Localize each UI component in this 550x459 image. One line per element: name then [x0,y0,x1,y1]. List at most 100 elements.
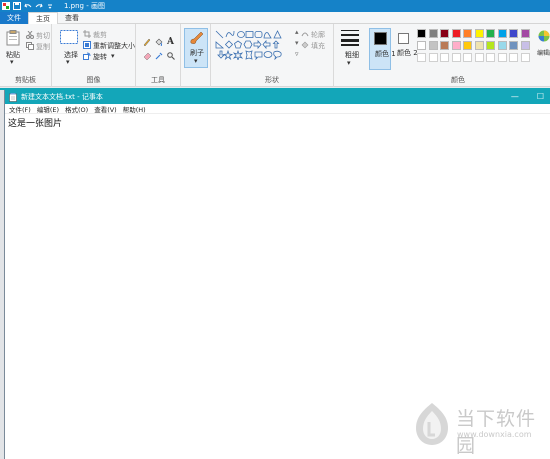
clipboard-group-label: 剪贴板 [15,76,36,84]
colors-group-label: 颜色 [451,76,465,84]
palette-color-swatch[interactable] [486,29,495,38]
outline-icon[interactable] [301,30,309,38]
tools-group-label: 工具 [151,76,165,84]
brushes-dropdown-icon: ▾ [194,57,198,65]
palette-color-swatch[interactable] [440,41,449,50]
palette-color-swatch[interactable] [497,41,507,50]
shapes-gallery[interactable] [215,30,293,60]
crop-button[interactable]: 裁剪 [93,30,107,40]
size-group: 粗细 ▾ [334,24,366,87]
cut-button[interactable]: 剪切 [36,31,50,41]
palette-color-swatch[interactable] [428,29,438,38]
size-dropdown-icon[interactable]: ▾ [347,59,351,67]
palette-color-swatch[interactable] [474,53,484,62]
palette-color-swatch[interactable] [440,53,449,62]
resize-button[interactable]: 重新调整大小 [93,41,135,51]
resize-icon[interactable] [83,41,91,49]
palette-color-swatch[interactable] [520,41,530,50]
palette-color-swatch[interactable] [509,29,518,38]
rotate-icon[interactable] [83,52,91,60]
palette-color-swatch[interactable] [509,41,518,50]
palette-color-swatch[interactable] [440,29,449,38]
shapes-scroll-up-icon[interactable]: ▴ [295,28,299,36]
copy-button[interactable]: 复制 [36,42,50,52]
tools-group: A 工具 [136,24,181,87]
paste-icon[interactable] [6,30,20,46]
palette-color-swatch[interactable] [474,41,484,50]
fill-icon[interactable] [301,41,309,49]
brushes-group: 刷子 ▾ [181,24,211,87]
image-group: 选择 ▾ 裁剪 重新调整大小 旋转 ▾ 图像 [52,24,136,87]
color2-button[interactable]: 颜色 2 [393,28,418,70]
notepad-text-area[interactable]: 这是一张图片 [5,114,550,131]
palette-color-swatch[interactable] [428,41,438,50]
minimize-button[interactable]: — [511,92,519,101]
line-size-icon[interactable] [341,30,359,46]
outline-button[interactable]: 轮廓 [311,30,325,40]
palette-color-swatch[interactable] [463,53,472,62]
palette-color-swatch[interactable] [451,53,461,62]
select-icon[interactable] [60,30,78,44]
ribbon: 粘贴 ▾ 剪切 复制 剪贴板 选择 ▾ 裁剪 重新调整大小 旋转 ▾ 图像 A … [0,24,550,87]
tab-file[interactable]: 文件 [0,12,28,24]
save-icon[interactable] [13,2,21,10]
crop-icon[interactable] [83,30,91,38]
paint-app-icon [2,2,10,10]
palette-color-swatch[interactable] [428,53,438,62]
rotate-button[interactable]: 旋转 [93,52,107,62]
fill-bucket-icon[interactable] [155,38,163,46]
palette-color-swatch[interactable] [417,29,426,38]
menu-file[interactable]: 文件(F) [9,104,31,114]
menu-edit[interactable]: 编辑(E) [37,104,59,114]
eraser-icon[interactable] [143,52,151,60]
palette-color-swatch[interactable] [417,41,426,50]
menu-help[interactable]: 帮助(H) [123,104,146,114]
palette-color-swatch[interactable] [463,29,472,38]
menu-view[interactable]: 查看(V) [94,104,117,114]
watermark: 当下软件园 www.downxia.com [412,402,550,457]
magnifier-icon[interactable] [167,52,175,60]
palette-color-swatch[interactable] [497,29,507,38]
palette-color-swatch[interactable] [520,29,530,38]
customize-toolbar-icon[interactable] [46,2,54,10]
redo-icon[interactable] [35,2,43,10]
edit-colors-button[interactable]: 编辑颜色 [537,48,550,57]
color2-label: 颜色 2 [397,49,418,57]
color1-button[interactable]: 颜色 1 [369,28,396,70]
color-picker-icon[interactable] [155,52,163,60]
notepad-app-icon [9,92,17,102]
menu-format[interactable]: 格式(O) [65,104,88,114]
tab-home[interactable]: 主页 [28,12,58,24]
palette-color-swatch[interactable] [486,41,495,50]
rotate-dropdown-icon[interactable]: ▾ [111,52,115,60]
palette-color-swatch[interactable] [451,41,461,50]
palette-color-swatch[interactable] [520,53,530,62]
palette-color-swatch[interactable] [474,29,484,38]
shapes-scroll-down-icon[interactable]: ▾ [295,39,299,47]
palette-color-swatch[interactable] [451,29,461,38]
edit-colors-icon[interactable] [538,30,550,42]
paste-dropdown-icon[interactable]: ▾ [10,58,14,66]
palette-color-swatch[interactable] [417,53,426,62]
shapes-more-icon[interactable]: ▿ [295,50,299,58]
notepad-window-title: 新建文本文档.txt - 记事本 [21,93,103,101]
shapes-group: ▴ ▾ ▿ 轮廓 填充 形状 [211,24,334,87]
palette-color-swatch[interactable] [463,41,472,50]
brushes-button[interactable]: 刷子 ▾ [184,28,208,68]
notepad-menu-bar: 文件(F) 编辑(E) 格式(O) 查看(V) 帮助(H) [5,104,550,114]
palette-color-swatch[interactable] [497,53,507,62]
undo-icon[interactable] [24,2,32,10]
paint-title-bar: 1.png - 画图 [0,0,550,12]
pencil-icon[interactable] [143,38,151,46]
palette-color-swatch[interactable] [509,53,518,62]
tab-view[interactable]: 查看 [58,12,86,24]
maximize-button[interactable]: ☐ [537,92,544,101]
watermark-url: www.downxia.com [457,430,532,439]
fill-button[interactable]: 填充 [311,41,325,51]
palette-color-swatch[interactable] [486,53,495,62]
select-dropdown-icon[interactable]: ▾ [66,58,70,66]
cut-icon[interactable] [26,31,34,39]
text-tool-icon[interactable]: A [167,37,174,47]
copy-icon[interactable] [26,42,34,50]
ribbon-tabs: 文件 主页 查看 [0,12,550,24]
